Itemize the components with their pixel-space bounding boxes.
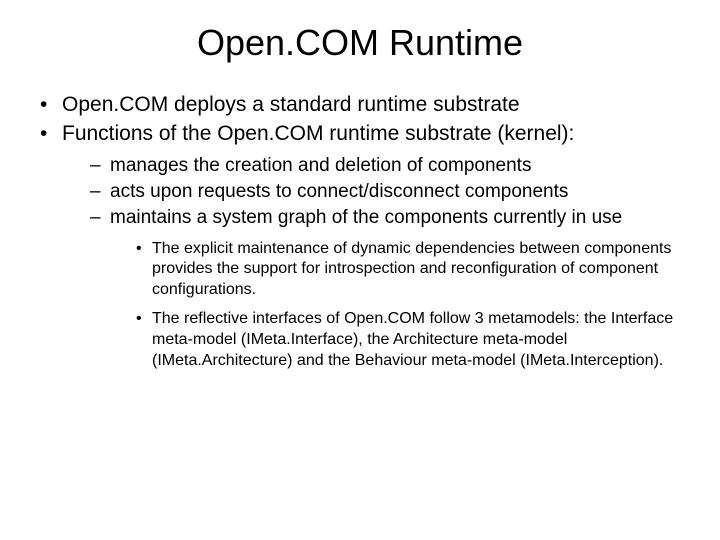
list-item: The reflective interfaces of Open.COM fo… (136, 309, 690, 371)
list-item: acts upon requests to connect/disconnect… (90, 180, 690, 204)
bullet-list-level1: Open.COM deploys a standard runtime subs… (30, 92, 690, 371)
list-item: maintains a system graph of the componen… (90, 206, 690, 371)
bullet-text: The explicit maintenance of dynamic depe… (152, 240, 671, 299)
bullet-text: manages the creation and deletion of com… (110, 155, 531, 176)
bullet-list-level2: manages the creation and deletion of com… (62, 154, 690, 372)
bullet-text: The reflective interfaces of Open.COM fo… (152, 310, 673, 369)
bullet-text: maintains a system graph of the componen… (110, 207, 622, 228)
slide-title: Open.COM Runtime (30, 22, 690, 64)
slide: Open.COM Runtime Open.COM deploys a stan… (0, 0, 720, 540)
bullet-text: Functions of the Open.COM runtime substr… (62, 122, 574, 145)
list-item: Open.COM deploys a standard runtime subs… (40, 92, 690, 119)
list-item: The explicit maintenance of dynamic depe… (136, 239, 690, 301)
bullet-text: acts upon requests to connect/disconnect… (110, 181, 568, 202)
list-item: manages the creation and deletion of com… (90, 154, 690, 178)
bullet-list-level3: The explicit maintenance of dynamic depe… (110, 239, 690, 372)
list-item: Functions of the Open.COM runtime substr… (40, 121, 690, 372)
bullet-text: Open.COM deploys a standard runtime subs… (62, 93, 520, 116)
